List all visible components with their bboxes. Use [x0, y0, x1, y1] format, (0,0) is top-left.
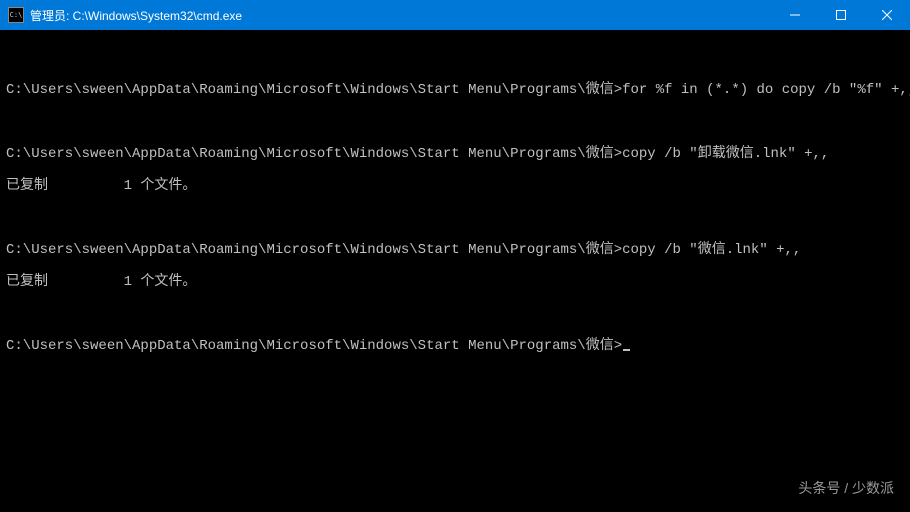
app-icon: C:\ [8, 7, 24, 23]
titlebar[interactable]: C:\ 管理员: C:\Windows\System32\cmd.exe [0, 0, 910, 30]
close-icon [882, 10, 892, 20]
terminal-line: C:\Users\sween\AppData\Roaming\Microsoft… [6, 146, 904, 162]
terminal-line: 已复制 1 个文件。 [6, 274, 904, 290]
terminal-line: 已复制 1 个文件。 [6, 178, 904, 194]
blank-line [6, 210, 904, 226]
cmd-window: C:\ 管理员: C:\Windows\System32\cmd.exe C:\… [0, 0, 910, 512]
blank-line [6, 306, 904, 322]
maximize-icon [836, 10, 846, 20]
minimize-button[interactable] [772, 0, 818, 30]
close-button[interactable] [864, 0, 910, 30]
cursor [623, 349, 630, 351]
window-title: 管理员: C:\Windows\System32\cmd.exe [30, 7, 772, 24]
blank-line [6, 50, 904, 66]
terminal-line: C:\Users\sween\AppData\Roaming\Microsoft… [6, 242, 904, 258]
terminal-prompt: C:\Users\sween\AppData\Roaming\Microsoft… [6, 338, 622, 354]
maximize-button[interactable] [818, 0, 864, 30]
terminal-output[interactable]: C:\Users\sween\AppData\Roaming\Microsoft… [0, 30, 910, 512]
terminal-prompt-line: C:\Users\sween\AppData\Roaming\Microsoft… [6, 338, 904, 354]
blank-line [6, 114, 904, 130]
window-controls [772, 0, 910, 30]
minimize-icon [790, 10, 800, 20]
terminal-line: C:\Users\sween\AppData\Roaming\Microsoft… [6, 82, 904, 98]
